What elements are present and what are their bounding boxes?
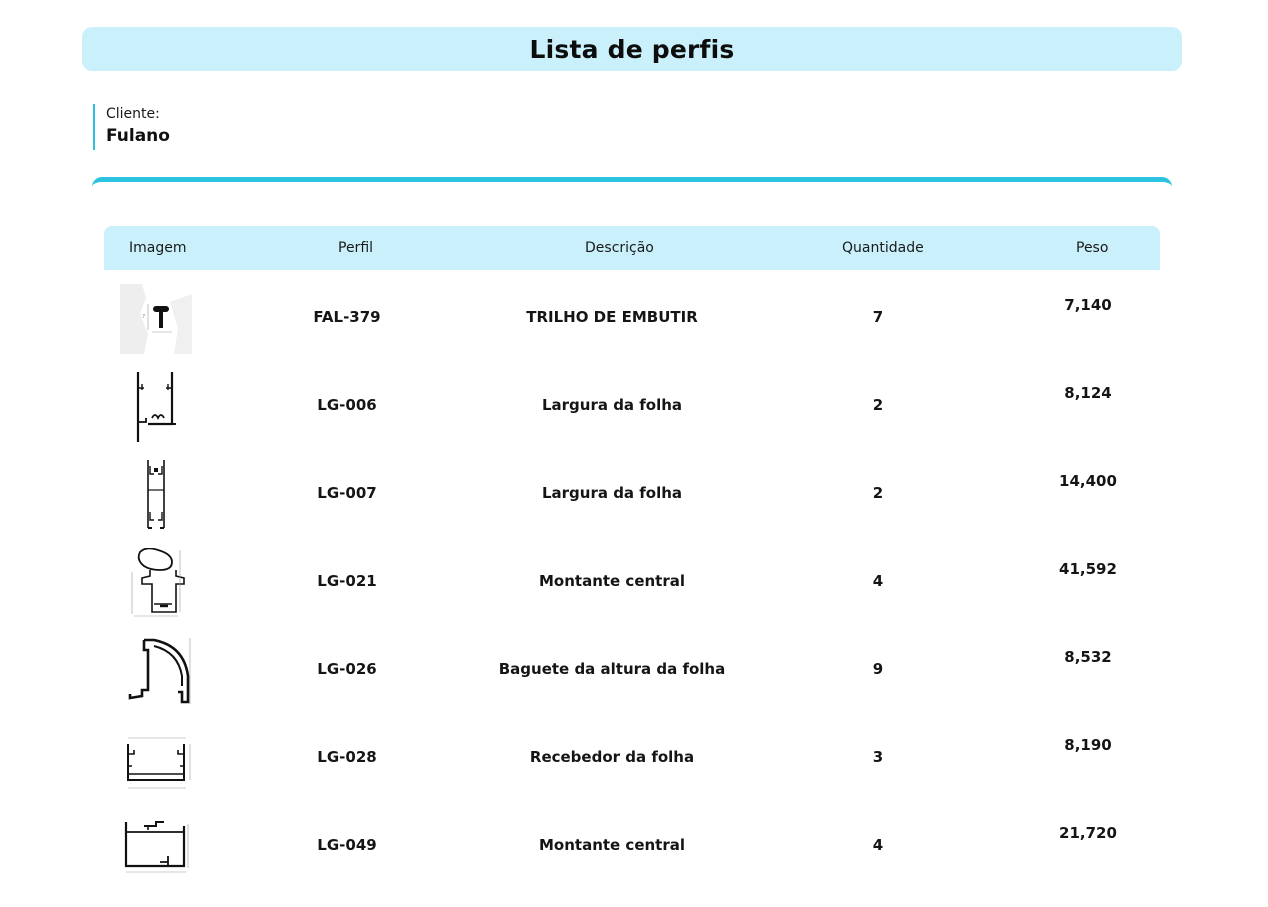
- cell-perfil: LG-006: [317, 396, 377, 414]
- cell-quantidade: 4: [872, 572, 884, 590]
- column-header-quantidade: Quantidade: [842, 240, 924, 256]
- column-header-perfil: Perfil: [338, 240, 374, 256]
- cell-peso: 8,124: [1064, 384, 1112, 402]
- cell-descricao: Largura da folha: [541, 484, 683, 502]
- cell-perfil: FAL-379: [313, 308, 381, 326]
- table-row: 7 FAL-379 TRILHO DE EMBUTIR 7 7,140: [104, 272, 1160, 360]
- table-row: LG-049 Montante central 4 21,720: [104, 800, 1160, 888]
- cell-descricao: TRILHO DE EMBUTIR: [526, 308, 698, 326]
- cell-peso: 8,532: [1064, 648, 1112, 666]
- cell-descricao: Recebedor da folha: [529, 748, 695, 766]
- svg-text:7: 7: [142, 314, 145, 320]
- box-mullion-profile-drawing-icon: [120, 812, 192, 882]
- title-bar: Lista de perfis: [82, 27, 1182, 71]
- page-title: Lista de perfis: [529, 34, 735, 64]
- cell-descricao: Montante central: [538, 836, 686, 854]
- cell-perfil: LG-028: [317, 748, 377, 766]
- narrow-frame-profile-drawing-icon: [120, 460, 192, 530]
- cell-quantidade: 2: [872, 484, 884, 502]
- cell-peso: 7,140: [1064, 296, 1112, 314]
- client-label: Cliente:: [106, 106, 160, 122]
- cell-peso: 21,720: [1059, 824, 1117, 842]
- cell-quantidade: 9: [872, 660, 884, 678]
- t-rail-profile-drawing-icon: 7: [120, 284, 192, 354]
- cell-peso: 8,190: [1064, 736, 1112, 754]
- cell-perfil: LG-049: [317, 836, 377, 854]
- cell-quantidade: 2: [872, 396, 884, 414]
- section-divider: [92, 177, 1172, 189]
- cell-peso: 14,400: [1059, 472, 1117, 490]
- mullion-handle-profile-drawing-icon: [120, 548, 192, 618]
- cell-quantidade: 3: [872, 748, 884, 766]
- table-row: LG-021 Montante central 4 41,592: [104, 536, 1160, 624]
- frame-profile-drawing-icon: [120, 372, 192, 442]
- u-channel-profile-drawing-icon: [120, 724, 192, 794]
- cell-descricao: Montante central: [538, 572, 686, 590]
- cell-perfil: LG-021: [317, 572, 377, 590]
- profile-list-page: Lista de perfis Cliente: Fulano Imagem P…: [0, 0, 1268, 907]
- client-name: Fulano: [106, 126, 170, 146]
- client-block: Cliente: Fulano: [93, 104, 170, 150]
- cell-quantidade: 4: [872, 836, 884, 854]
- table-row: LG-028 Recebedor da folha 3 8,190: [104, 712, 1160, 800]
- curved-bead-profile-drawing-icon: [120, 636, 192, 706]
- table-row: LG-026 Baguete da altura da folha 9 8,53…: [104, 624, 1160, 712]
- column-header-peso: Peso: [1076, 240, 1109, 256]
- table-row: LG-007 Largura da folha 2 14,400: [104, 448, 1160, 536]
- cell-peso: 41,592: [1059, 560, 1117, 578]
- cell-descricao: Largura da folha: [541, 396, 683, 414]
- column-header-descricao: Descrição: [585, 240, 654, 256]
- table-row: LG-006 Largura da folha 2 8,124: [104, 360, 1160, 448]
- table-header: Imagem Perfil Descrição Quantidade Peso: [104, 226, 1160, 270]
- cell-perfil: LG-007: [317, 484, 377, 502]
- cell-quantidade: 7: [872, 308, 884, 326]
- cell-descricao: Baguete da altura da folha: [498, 660, 726, 678]
- cell-perfil: LG-026: [317, 660, 377, 678]
- column-header-imagem: Imagem: [129, 240, 187, 256]
